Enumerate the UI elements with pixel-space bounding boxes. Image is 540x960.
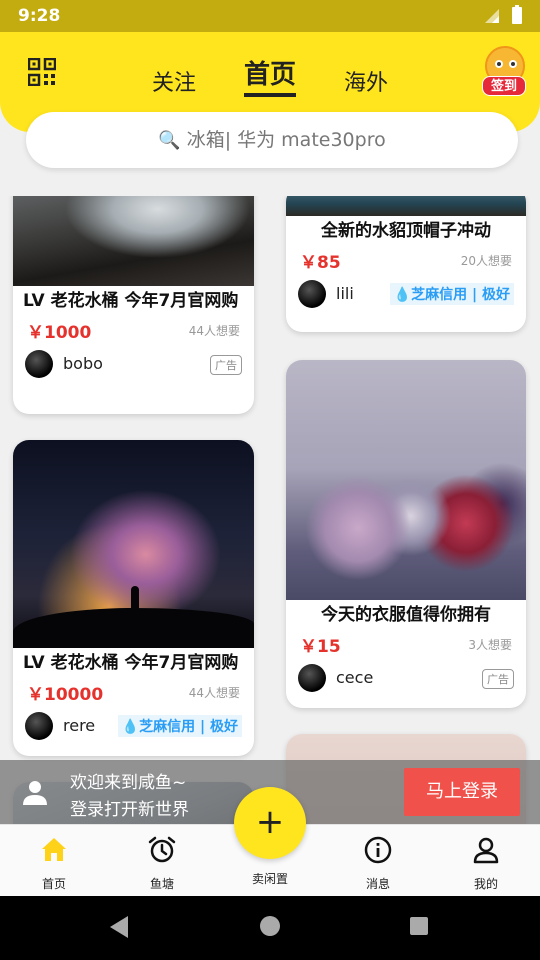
home-button-icon[interactable] (260, 916, 280, 936)
nav-messages[interactable]: 消息 (338, 835, 418, 892)
nav-home-label: 首页 (41, 877, 66, 891)
publish-label: 卖闲置 (251, 872, 288, 886)
tab-home[interactable]: 首页 (243, 54, 296, 97)
tab-overseas[interactable]: 海外 (344, 65, 388, 97)
avatar[interactable] (25, 712, 53, 740)
tab-follow[interactable]: 关注 (152, 65, 196, 97)
welcome-text: 欢迎来到咸鱼~ (70, 773, 187, 793)
ad-badge: 广告 (210, 355, 242, 375)
plus-icon: + (255, 802, 285, 842)
home-icon (42, 838, 66, 861)
product-image[interactable] (286, 360, 526, 600)
avatar[interactable] (25, 350, 53, 378)
product-image[interactable] (286, 196, 526, 216)
product-price: ￥1000 (27, 323, 92, 343)
nav-messages-label: 消息 (365, 877, 390, 891)
credit-badge: 💧芝麻信用 | 极好 (117, 715, 242, 737)
seller-row[interactable]: rere 💧芝麻信用 | 极好 (13, 704, 254, 748)
nav-profile[interactable]: 我的 (446, 835, 526, 892)
want-count: 20人想要 (460, 254, 512, 268)
signal-icon (485, 9, 499, 23)
credit-badge: 💧芝麻信用 | 极好 (389, 283, 514, 305)
alarm-clock-icon (148, 836, 176, 863)
nav-home[interactable]: 首页 (14, 835, 94, 892)
status-time: 9:28 (18, 6, 61, 26)
product-title: LV 老花水桶 今年7月官网购 (23, 653, 239, 673)
water-drop-icon: 💧 (393, 287, 412, 303)
product-price: ￥10000 (27, 685, 104, 705)
info-icon (364, 836, 392, 864)
battery-icon (512, 5, 522, 24)
product-image[interactable] (13, 440, 254, 648)
search-placeholder: 冰箱| 华为 mate30pro (186, 129, 386, 151)
signin-label: 签到 (482, 76, 526, 96)
product-feed[interactable]: LV 老花水桶 今年7月官网购 ￥1000 44人想要 bobo 广告 LV 老… (0, 196, 540, 824)
avatar[interactable] (298, 664, 326, 692)
product-card[interactable]: LV 老花水桶 今年7月官网购 ￥10000 44人想要 rere 💧芝麻信用 … (13, 440, 254, 756)
search-bar[interactable]: 🔍 冰箱| 华为 mate30pro (26, 112, 518, 168)
product-image[interactable] (13, 196, 254, 286)
product-card[interactable]: LV 老花水桶 今年7月官网购 ￥1000 44人想要 bobo 广告 (13, 196, 254, 414)
top-tabs: 关注 首页 海外 (0, 54, 540, 97)
signin-button[interactable]: 签到 (482, 46, 526, 102)
search-icon: 🔍 (158, 130, 181, 151)
product-price: ￥85 (300, 253, 341, 273)
nav-fishpond-label: 鱼塘 (149, 877, 174, 891)
want-count: 44人想要 (188, 324, 240, 338)
nav-fishpond[interactable]: 鱼塘 (122, 835, 202, 892)
seller-name: cece (336, 668, 374, 687)
product-title: 全新的水貂顶帽子冲动 (321, 221, 491, 241)
avatar[interactable] (298, 280, 326, 308)
ad-badge: 广告 (482, 669, 514, 689)
recent-apps-icon[interactable] (410, 917, 428, 935)
back-icon[interactable] (110, 916, 128, 938)
seller-name: bobo (63, 354, 103, 373)
person-icon (473, 837, 499, 864)
product-price: ￥15 (300, 637, 341, 657)
user-icon (23, 781, 47, 805)
product-card[interactable]: 今天的衣服值得你拥有 ￥15 3人想要 cece 广告 (286, 360, 526, 708)
seller-name: rere (63, 716, 96, 735)
seller-row[interactable]: lili 💧芝麻信用 | 极好 (286, 272, 526, 316)
publish-button[interactable]: + (234, 787, 306, 859)
login-button[interactable]: 马上登录 (404, 768, 520, 816)
nav-profile-label: 我的 (473, 877, 498, 891)
status-bar: 9:28 (0, 0, 540, 32)
want-count: 3人想要 (468, 638, 512, 652)
water-drop-icon: 💧 (121, 719, 140, 735)
seller-row[interactable]: bobo 广告 (13, 342, 254, 386)
want-count: 44人想要 (188, 686, 240, 700)
product-title: LV 老花水桶 今年7月官网购 (23, 291, 239, 311)
product-card[interactable]: 全新的水貂顶帽子冲动 ￥85 20人想要 lili 💧芝麻信用 | 极好 (286, 196, 526, 332)
seller-row[interactable]: cece 广告 (286, 656, 526, 700)
seller-name: lili (336, 284, 354, 303)
product-title: 今天的衣服值得你拥有 (321, 605, 491, 625)
welcome-subtext: 登录打开新世界 (70, 800, 189, 820)
system-nav-bar (0, 896, 540, 960)
